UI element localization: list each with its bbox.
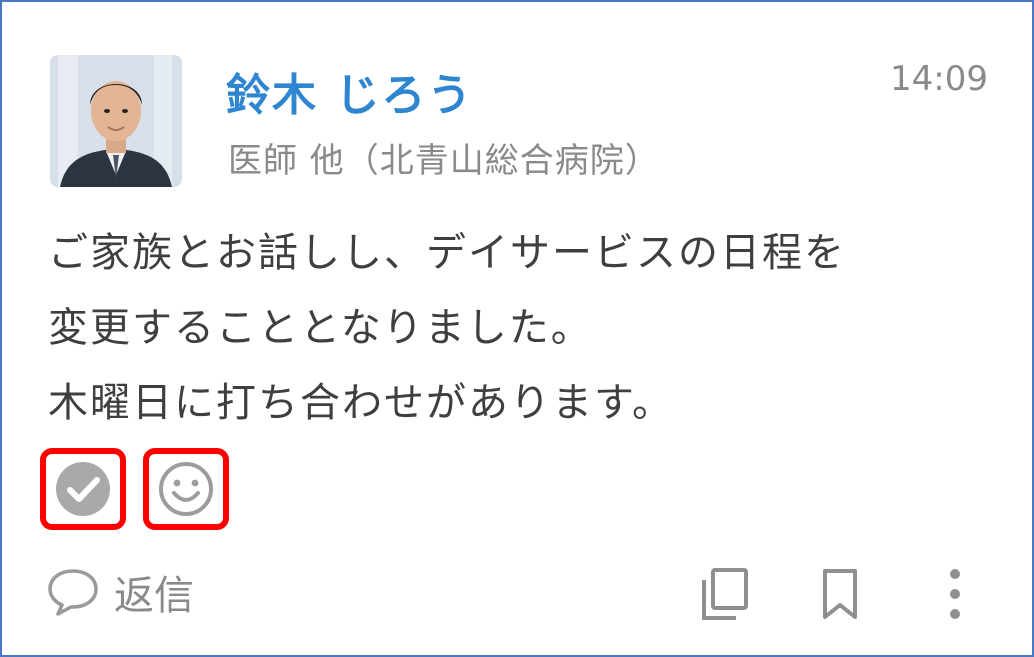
copy-icon xyxy=(702,568,748,620)
bookmark-button[interactable] xyxy=(812,564,868,624)
reaction-check-button[interactable] xyxy=(40,448,126,530)
reply-label: 返信 xyxy=(114,573,194,619)
author-name[interactable]: 鈴木 じろう xyxy=(226,59,473,123)
message-line: 木曜日に打ち合わせがあります。 xyxy=(48,380,674,426)
more-vertical-icon xyxy=(950,569,960,619)
check-circle-icon xyxy=(56,462,110,516)
comment-icon xyxy=(48,569,98,616)
message-line: ご家族とお話しし、デイサービスの日程を xyxy=(48,230,846,276)
post-card: 鈴木 じろう 14:09 医師 他（北青山総合病院） ご家族とお話しし、デイサー… xyxy=(0,0,1034,657)
reply-button[interactable]: 返信 xyxy=(46,560,194,624)
bookmark-icon xyxy=(823,569,857,619)
message-line: 変更することとなりました。 xyxy=(48,305,593,351)
post-time: 14:09 xyxy=(890,59,988,99)
reaction-smile-button[interactable] xyxy=(143,448,229,530)
smiley-icon xyxy=(159,462,213,516)
more-menu-button[interactable] xyxy=(927,564,983,624)
message-body: ご家族とお話しし、デイサービスの日程を 変更することとなりました。 木曜日に打ち… xyxy=(48,216,998,441)
copy-button[interactable] xyxy=(696,564,752,624)
author-role: 医師 他（北青山総合病院） xyxy=(228,141,660,181)
avatar[interactable] xyxy=(50,55,182,187)
